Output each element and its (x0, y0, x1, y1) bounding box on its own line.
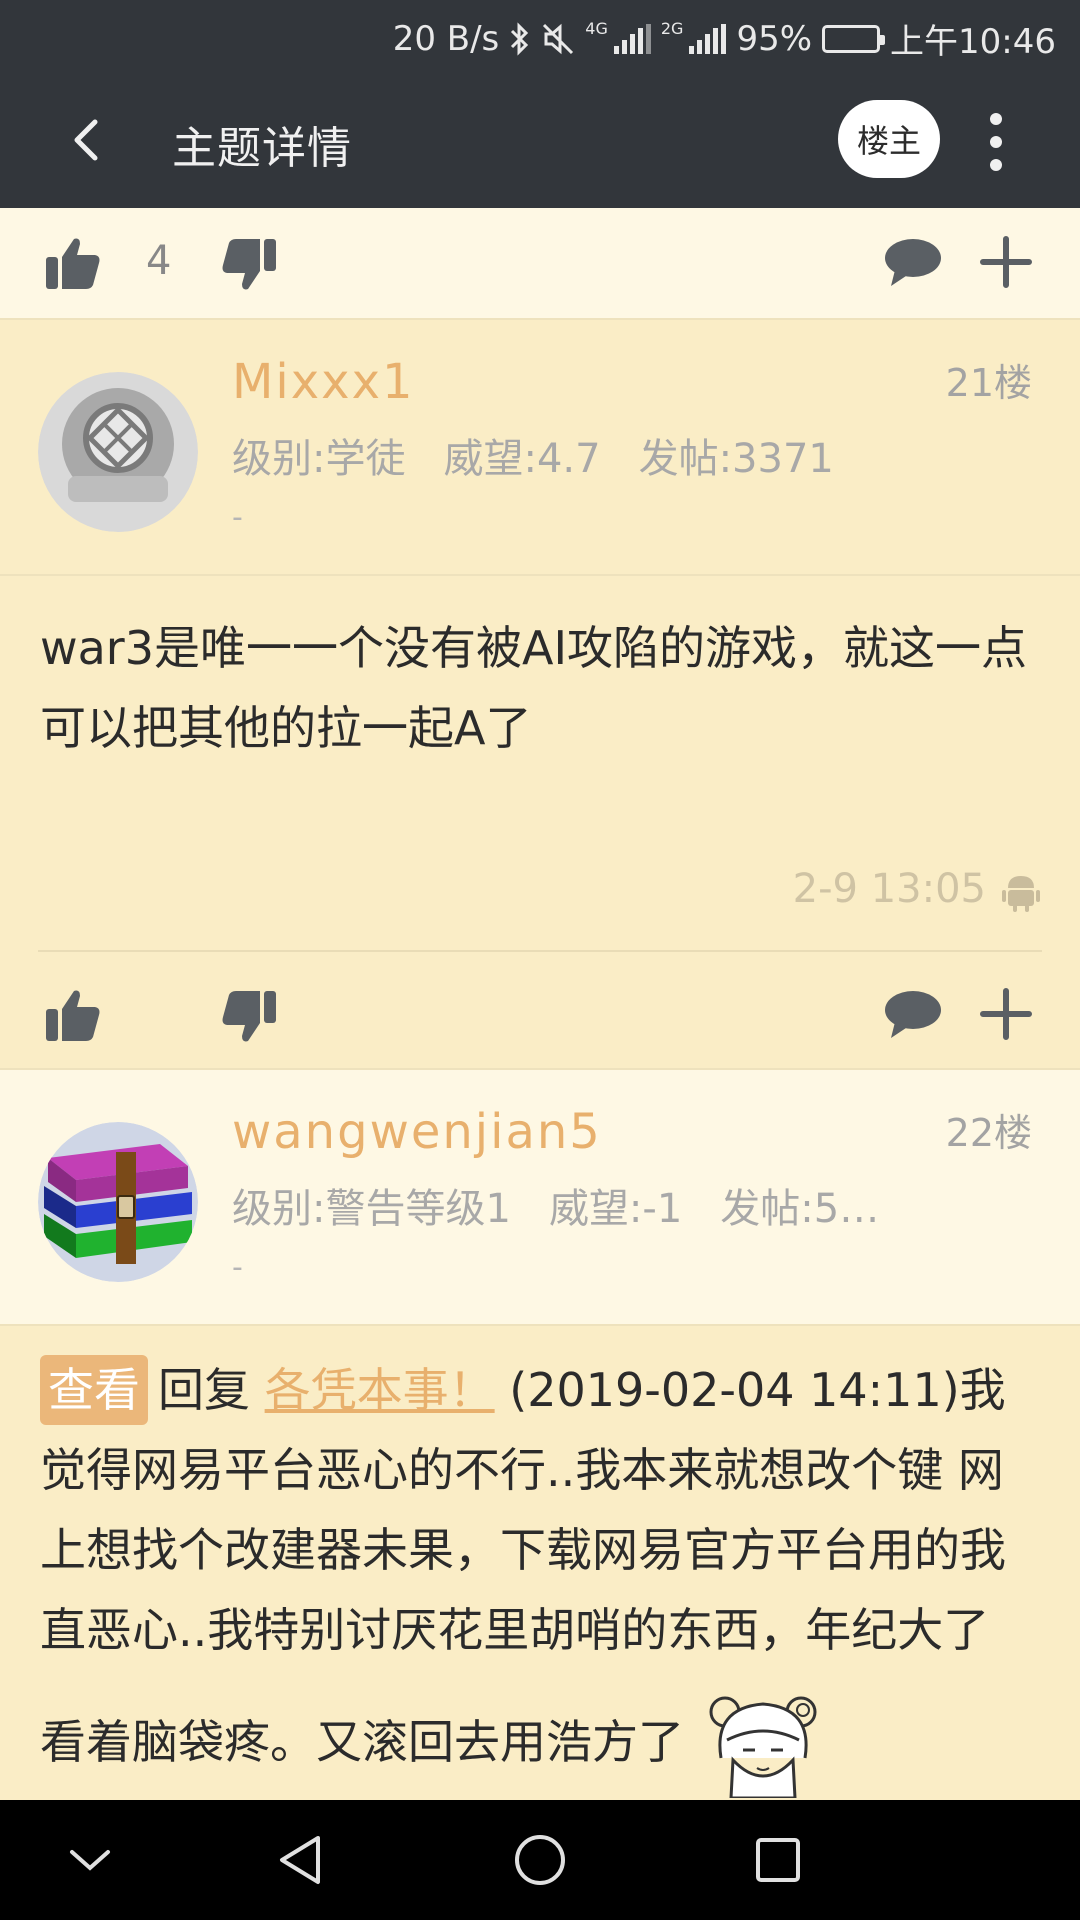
more-dot-icon (990, 113, 1002, 125)
divider (38, 950, 1042, 952)
signal-2g-icon (689, 23, 727, 54)
post-text-last-line: 看着脑袋疼。又滚回去用浩方了 (40, 1688, 1044, 1800)
plus-icon (980, 236, 1032, 288)
user-level: 级别:警告等级1 (232, 1186, 511, 1232)
post-time: 2-9 13:05 (792, 866, 986, 912)
dislike-button[interactable] (216, 232, 282, 298)
more-menu-button[interactable] (972, 102, 1020, 182)
like-button[interactable] (40, 230, 106, 296)
thumbs-up-icon (46, 238, 100, 289)
more-dot-icon (990, 159, 1002, 171)
back-nav-button[interactable] (268, 1828, 332, 1892)
hide-nav-button[interactable] (58, 1828, 122, 1892)
battery-percent: 95% (736, 18, 813, 59)
post-user-header[interactable]: wangwenjian5 22楼 级别:警告等级1 威望:-1 发帖:5… - (0, 1068, 1080, 1326)
circle-home-icon (515, 1835, 565, 1885)
more-dot-icon (990, 136, 1002, 148)
thumbs-down-icon (222, 239, 276, 290)
square-recents-icon (756, 1838, 800, 1882)
username[interactable]: Mixxx1 (232, 354, 415, 410)
network-2g-label: 2G (660, 18, 684, 38)
post-action-bar: 4 (0, 208, 1080, 318)
post-text-body-end: 看着脑袋疼。又滚回去用浩方了 (40, 1715, 684, 1769)
thread-content[interactable]: 4 Mixxx1 21楼 级别:学徒 威望:4.7 发帖:3371 - war3… (0, 208, 1080, 1800)
user-stats: 级别:学徒 威望:4.7 发帖:3371 (232, 426, 932, 484)
thumbs-up-icon (46, 990, 100, 1041)
post-body: 查看 回复 各凭本事！ (2019-02-04 14:11)我觉得网易平台恶心的不… (0, 1326, 1080, 1800)
user-prestige: 威望:-1 (548, 1186, 683, 1232)
thread-owner-button[interactable]: 楼主 (838, 100, 940, 178)
thumbs-down-icon (222, 991, 276, 1042)
like-count: 4 (146, 238, 172, 284)
plus-icon (980, 988, 1032, 1040)
anime-girl-emoticon (709, 1696, 817, 1800)
signal-4g-icon (613, 23, 651, 54)
battery-icon (822, 24, 886, 53)
page-title: 主题详情 (172, 123, 352, 174)
user-post-count: 发帖:5… (720, 1186, 880, 1232)
network-4g-label: 4G (585, 18, 608, 38)
bluetooth-icon (511, 21, 529, 56)
username[interactable]: wangwenjian5 (232, 1104, 602, 1160)
user-signature: - (232, 500, 243, 535)
chevron-down-icon (70, 1850, 110, 1871)
like-button[interactable] (40, 982, 106, 1048)
add-button[interactable] (976, 984, 1036, 1044)
recents-nav-button[interactable] (746, 1828, 810, 1892)
user-signature: - (232, 1250, 243, 1285)
comment-icon (885, 239, 941, 286)
user-level: 级别:学徒 (232, 436, 406, 482)
dislike-button[interactable] (216, 984, 282, 1050)
network-speed: 20 B/s (392, 18, 500, 59)
post-action-bar (0, 960, 1080, 1068)
comment-icon (885, 991, 941, 1038)
user-prestige: 威望:4.7 (443, 436, 601, 482)
user-stats: 级别:警告等级1 威望:-1 发帖:5… (232, 1176, 932, 1234)
post-user-header[interactable]: Mixxx1 21楼 级别:学徒 威望:4.7 发帖:3371 - (0, 318, 1080, 576)
mute-icon (543, 23, 574, 54)
archive-books-avatar-icon (38, 1122, 198, 1282)
android-icon (1002, 876, 1040, 912)
comment-button[interactable] (880, 984, 946, 1044)
user-post-count: 发帖:3371 (638, 436, 834, 482)
app-header: 主题详情 楼主 (0, 72, 1080, 208)
avatar[interactable] (38, 1122, 198, 1282)
triangle-back-icon (280, 1836, 320, 1884)
add-button[interactable] (976, 232, 1036, 292)
clock: 上午10:46 (890, 22, 1056, 62)
diving-helmet-avatar-icon (38, 372, 198, 532)
system-nav-bar (0, 1800, 1080, 1920)
reply-user-link[interactable]: 各凭本事！ (265, 1363, 495, 1417)
view-reply-button[interactable]: 查看 (40, 1355, 148, 1425)
reply-label: 回复 (158, 1363, 250, 1417)
post-text: 查看 回复 各凭本事！ (2019-02-04 14:11)我觉得网易平台恶心的不… (40, 1350, 1044, 1670)
floor-number: 22楼 (945, 1111, 1032, 1155)
status-bar: 20 B/s 4G 2G 95% 上午10:46 (0, 0, 1080, 72)
home-nav-button[interactable] (508, 1828, 572, 1892)
back-button[interactable] (48, 102, 124, 178)
post-text: war3是唯一一个没有被AI攻陷的游戏，就这一点可以把其他的拉一起A了 (40, 621, 1028, 755)
floor-number: 21楼 (945, 361, 1032, 405)
comment-button[interactable] (880, 232, 946, 292)
back-arrow-icon (74, 119, 98, 161)
post-body: war3是唯一一个没有被AI攻陷的游戏，就这一点可以把其他的拉一起A了 2-9 … (0, 576, 1080, 960)
avatar[interactable] (38, 372, 198, 532)
